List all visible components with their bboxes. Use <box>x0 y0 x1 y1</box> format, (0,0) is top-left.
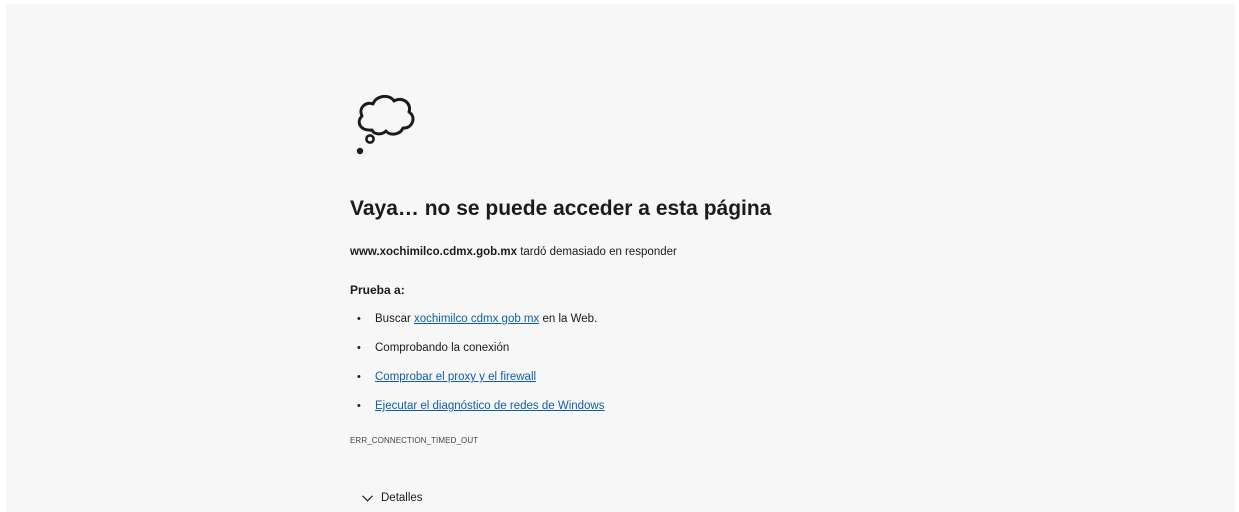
suggestion-check-connection: • Comprobando la conexión <box>350 340 605 369</box>
host-message: tardó demasiado en responder <box>520 246 677 258</box>
suggestion-proxy: • Comprobar el proxy y el firewall <box>350 369 605 398</box>
search-suffix: en la Web. <box>542 313 598 325</box>
error-code: ERR_CONNECTION_TIMED_OUT <box>350 436 479 445</box>
error-page: Vaya… no se puede acceder a esta página … <box>6 4 1235 512</box>
bullet: • <box>357 313 361 325</box>
suggestions-list: • Buscar xochimilco cdmx gob mx en la We… <box>350 311 605 427</box>
error-description: www.xochimilco.cdmx.gob.mx tardó demasia… <box>350 246 677 258</box>
thought-cloud-icon <box>356 95 415 155</box>
search-link[interactable]: xochimilco cdmx gob mx <box>414 313 539 325</box>
bullet: • <box>357 371 361 383</box>
network-diagnostics-link[interactable]: Ejecutar el diagnóstico de redes de Wind… <box>375 400 605 412</box>
try-label: Prueba a: <box>350 283 405 297</box>
suggestion-diagnostics: • Ejecutar el diagnóstico de redes de Wi… <box>350 398 605 427</box>
bullet: • <box>357 400 361 412</box>
details-toggle[interactable]: Detalles <box>362 492 423 504</box>
proxy-firewall-link[interactable]: Comprobar el proxy y el firewall <box>375 371 536 383</box>
details-label: Detalles <box>381 492 423 504</box>
chevron-down-icon <box>362 494 373 502</box>
check-connection-text: Comprobando la conexión <box>375 342 510 354</box>
suggestion-search: • Buscar xochimilco cdmx gob mx en la We… <box>350 311 605 340</box>
bullet: • <box>357 342 361 354</box>
host-name: www.xochimilco.cdmx.gob.mx <box>350 246 517 258</box>
page-title: Vaya… no se puede acceder a esta página <box>350 197 772 220</box>
search-prefix: Buscar <box>375 313 411 325</box>
